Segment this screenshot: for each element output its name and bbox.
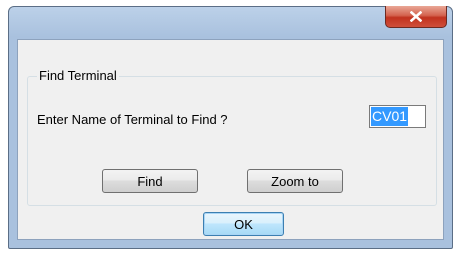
terminal-name-value: CV01 xyxy=(371,107,409,126)
ok-button-label: OK xyxy=(234,216,253,232)
find-terminal-group xyxy=(27,76,437,206)
zoom-to-button[interactable]: Zoom to xyxy=(247,169,343,193)
dialog-window: Find Terminal Enter Name of Terminal to … xyxy=(8,6,453,249)
find-button[interactable]: Find xyxy=(102,169,198,193)
find-button-label: Find xyxy=(137,173,163,189)
close-x-icon xyxy=(410,11,422,22)
terminal-name-label: Enter Name of Terminal to Find ? xyxy=(37,112,228,127)
group-title: Find Terminal xyxy=(37,68,119,83)
zoom-to-button-label: Zoom to xyxy=(271,173,319,189)
ok-button[interactable]: OK xyxy=(203,212,284,236)
dialog-body: Find Terminal Enter Name of Terminal to … xyxy=(17,39,444,240)
close-button[interactable] xyxy=(385,6,447,28)
terminal-name-input[interactable]: CV01 xyxy=(369,105,426,128)
